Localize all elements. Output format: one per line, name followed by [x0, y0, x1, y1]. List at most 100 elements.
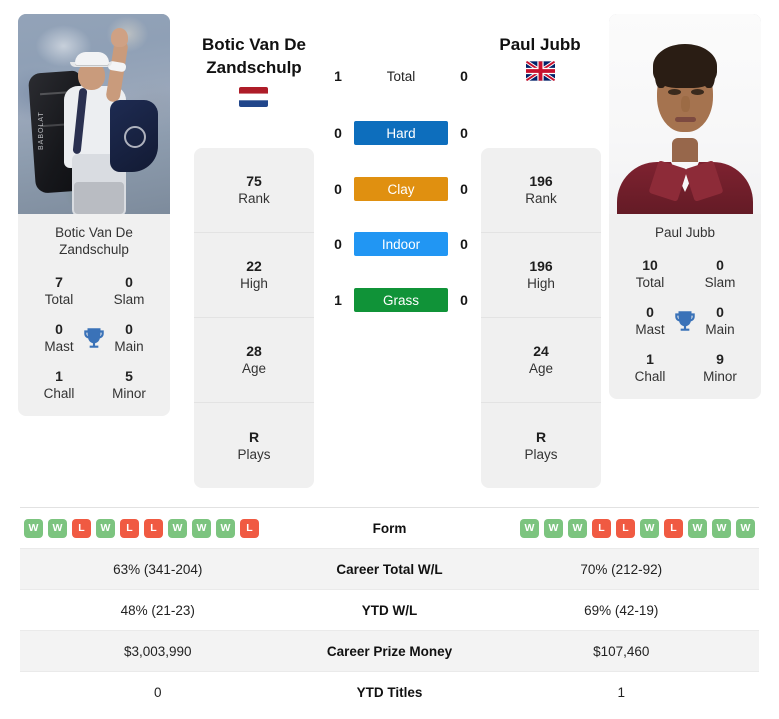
left-form-badge: L	[120, 518, 139, 538]
h2h-row-hard[interactable]: 0 Hard 0	[326, 121, 476, 145]
right-form-badge: W	[688, 518, 707, 538]
left-stat-plays-label: Plays	[237, 446, 271, 462]
h2h-row-total: 1 Total 0	[326, 64, 476, 88]
h2h-clay-right-value: 0	[460, 181, 468, 197]
left-stat-rank: 75 Rank	[194, 148, 314, 233]
right-titles-masters: 0 Mast	[615, 304, 695, 338]
left-player-photo: BABOLAT	[18, 14, 170, 214]
right-player-titles-grid: 10 Total 0 Slam 0 Mast 0 Main 1 Chall 9 …	[615, 257, 755, 385]
left-form-badge: W	[216, 518, 235, 538]
h2h-hard-left-value: 0	[334, 125, 342, 141]
left-form-badge: W	[192, 518, 211, 538]
h2h-total-right-value: 0	[460, 68, 468, 84]
right-titles-minor: 9 Minor	[685, 351, 755, 385]
left-stat-rank-value: 75	[246, 173, 262, 189]
right-stat-age: 24 Age	[481, 318, 601, 403]
h2h-indoor-right-value: 0	[460, 236, 468, 252]
left-player-photo-image: BABOLAT	[18, 14, 170, 214]
left-titles-minor-label: Minor	[112, 386, 146, 401]
right-stat-rank-label: Rank	[525, 191, 557, 206]
right-player-card[interactable]: Paul Jubb 10 Total 0 Slam 0 Mast 0 Main …	[609, 14, 761, 399]
right-player-photo-image	[609, 14, 761, 214]
right-form-badge: W	[568, 518, 587, 538]
left-form-badge: L	[240, 518, 259, 538]
left-titles-slam-value: 0	[125, 274, 133, 290]
left-stat-rank-label: Rank	[238, 191, 270, 206]
row-label-ytd-wl: YTD W/L	[361, 602, 418, 618]
h2h-clay-label[interactable]: Clay	[354, 177, 448, 201]
player-eye-left	[668, 89, 681, 95]
player-hair	[653, 44, 717, 88]
great-britain-flag	[526, 61, 555, 81]
right-stat-high-label: High	[527, 276, 555, 291]
h2h-row-clay[interactable]: 0 Clay 0	[326, 177, 476, 201]
row-label-career-prize-money: Career Prize Money	[326, 643, 453, 659]
left-titles-minor-value: 5	[125, 368, 133, 384]
right-career-wl: 70% (212-92)	[580, 561, 663, 577]
right-form-badge: L	[664, 518, 683, 538]
h2h-indoor-left-value: 0	[334, 236, 342, 252]
player-eye-right	[691, 89, 704, 95]
right-titles-total-value: 10	[642, 257, 658, 273]
h2h-grass-label[interactable]: Grass	[354, 288, 448, 312]
h2h-row-indoor[interactable]: 0 Indoor 0	[326, 232, 476, 256]
left-form-badge: W	[168, 518, 187, 538]
left-stat-high-value: 22	[246, 258, 262, 274]
right-form-badge: L	[592, 518, 611, 538]
right-stat-rank-value: 196	[529, 173, 553, 189]
right-titles-challenger: 1 Chall	[615, 351, 685, 385]
h2h-row-grass[interactable]: 1 Grass 0	[326, 288, 476, 312]
h2h-total-left-value: 1	[334, 68, 342, 84]
player-shorts	[74, 182, 124, 214]
right-titles-total-label: Total	[635, 275, 665, 290]
left-form-badge: W	[96, 518, 115, 538]
towel-emblem	[124, 126, 146, 148]
table-row: $3,003,990 Career Prize Money $107,460	[20, 631, 759, 672]
trophy-icon	[672, 308, 698, 334]
left-stat-high-label: High	[240, 276, 268, 291]
left-stat-plays: R Plays	[194, 403, 314, 488]
right-ytd-wl: 69% (42-19)	[584, 602, 659, 618]
left-player-stat-card: 75 Rank 22 High 28 Age R Plays	[194, 148, 314, 488]
right-titles-slam-label: Slam	[704, 275, 736, 290]
left-player-header-name: Botic Van De Zandschulp	[164, 33, 344, 79]
left-career-prize-money: $3,003,990	[123, 643, 192, 659]
right-player-stat-card: 196 Rank 196 High 24 Age R Plays	[481, 148, 601, 488]
left-titles-slam-label: Slam	[113, 292, 145, 307]
right-form-badge: W	[544, 518, 563, 538]
right-stat-high-value: 196	[529, 258, 553, 274]
left-titles-challenger-label: Chall	[43, 386, 75, 401]
player-eyebrow-right	[689, 82, 706, 86]
right-titles-challenger-label: Chall	[634, 369, 666, 384]
right-form-badge: W	[640, 518, 659, 538]
right-form-badge: L	[616, 518, 635, 538]
right-stat-age-value: 24	[533, 343, 549, 359]
h2h-clay-left-value: 0	[334, 181, 342, 197]
left-ytd-titles: 0	[153, 685, 162, 700]
player-hand	[111, 28, 128, 47]
player-comparison-page: Botic Van De Zandschulp Paul Jubb BABOLA…	[0, 0, 779, 719]
head-to-head-section: Botic Van De Zandschulp Paul Jubb BABOLA…	[0, 0, 779, 500]
left-titles-total: 7 Total	[24, 274, 94, 308]
h2h-hard-label[interactable]: Hard	[354, 121, 448, 145]
h2h-indoor-label[interactable]: Indoor	[354, 232, 448, 256]
netherlands-flag	[239, 87, 268, 107]
right-stat-plays-value: R	[535, 428, 547, 445]
left-titles-minor: 5 Minor	[94, 368, 164, 402]
left-player-card[interactable]: BABOLAT Botic Van De Zandschulp 7 Total …	[18, 14, 170, 416]
player-cap	[75, 52, 109, 65]
table-row: 0 YTD Titles 1	[20, 672, 759, 713]
left-career-wl: 63% (341-204)	[113, 561, 203, 577]
right-form-badges: WWWLLWLWWW	[484, 518, 760, 538]
h2h-grass-right-value: 0	[460, 292, 468, 308]
trophy-icon	[81, 325, 107, 351]
right-titles-challenger-value: 1	[646, 351, 654, 367]
left-ytd-wl: 48% (21-23)	[120, 602, 195, 618]
table-row: 63% (341-204) Career Total W/L 70% (212-…	[20, 549, 759, 590]
row-label-career-wl: Career Total W/L	[336, 561, 443, 577]
right-stat-plays-label: Plays	[524, 446, 558, 462]
left-stat-age-label: Age	[241, 361, 267, 376]
left-titles-slam: 0 Slam	[94, 274, 164, 308]
h2h-total-label: Total	[386, 68, 416, 84]
left-titles-total-value: 7	[55, 274, 63, 290]
